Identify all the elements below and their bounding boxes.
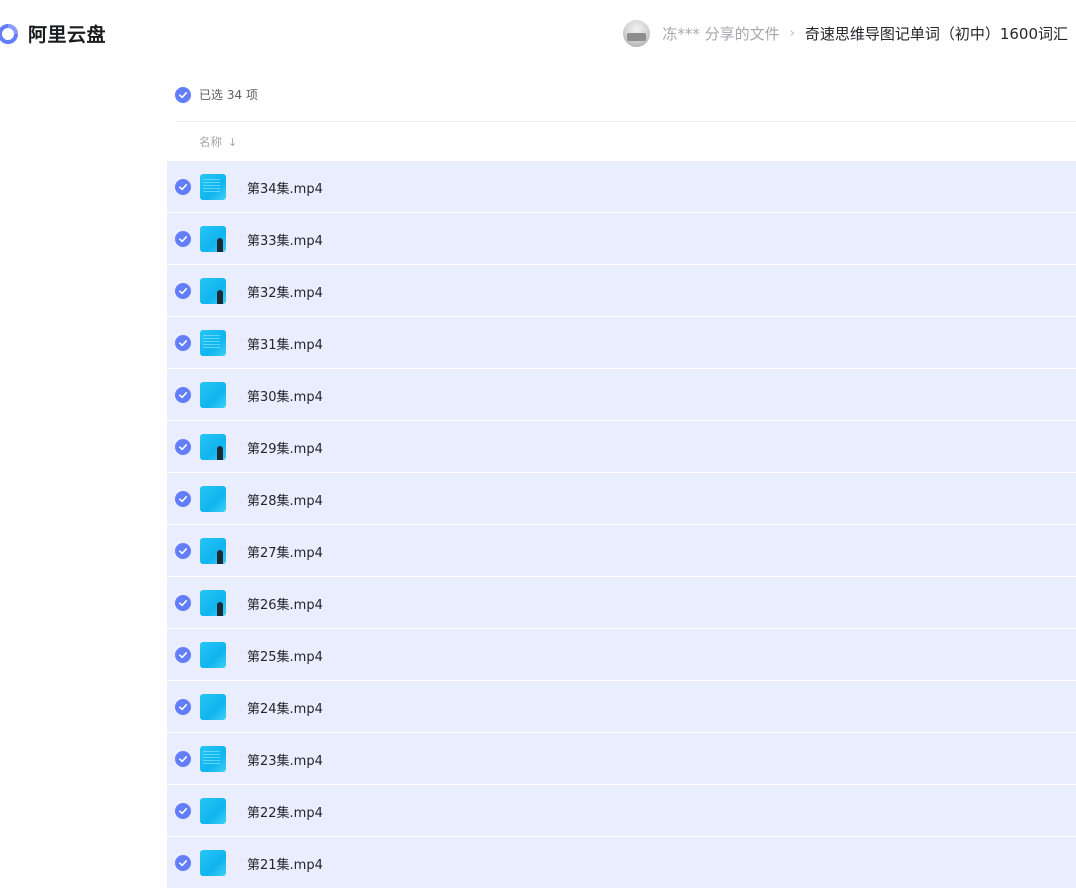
row-checkbox[interactable]: [175, 595, 191, 611]
file-name[interactable]: 第25集.mp4: [247, 646, 323, 665]
row-checkbox[interactable]: [175, 387, 191, 403]
table-row[interactable]: 第34集.mp4: [167, 161, 1076, 213]
row-checkbox[interactable]: [175, 335, 191, 351]
file-list: 第34集.mp4 第33集.mp4 第32集.mp4 第31集.mp4 第30集.mp4…: [167, 161, 1076, 889]
video-thumbnail-icon[interactable]: [200, 798, 226, 824]
table-row[interactable]: 第29集.mp4: [167, 421, 1076, 473]
video-thumbnail-icon[interactable]: [200, 330, 226, 356]
divider: [175, 121, 1076, 122]
video-thumbnail-icon[interactable]: [200, 434, 226, 460]
row-checkbox[interactable]: [175, 283, 191, 299]
table-row[interactable]: 第24集.mp4: [167, 681, 1076, 733]
table-row[interactable]: 第25集.mp4: [167, 629, 1076, 681]
row-checkbox[interactable]: [175, 231, 191, 247]
video-thumbnail-icon[interactable]: [200, 642, 226, 668]
file-name[interactable]: 第22集.mp4: [247, 802, 323, 821]
name-column-header[interactable]: 名称 ↓: [199, 134, 237, 150]
video-thumbnail-icon[interactable]: [200, 590, 226, 616]
top-header: 阿里云盘 冻*** 分享的文件 › 奇速思维导图记单词（初中）1600词汇: [0, 0, 1076, 66]
share-breadcrumb: 冻*** 分享的文件 › 奇速思维导图记单词（初中）1600词汇: [623, 19, 1068, 47]
row-checkbox[interactable]: [175, 491, 191, 507]
table-row[interactable]: 第30集.mp4: [167, 369, 1076, 421]
check-icon: [179, 184, 188, 191]
check-icon: [179, 236, 188, 243]
chevron-right-icon: ›: [789, 25, 795, 41]
video-thumbnail-icon[interactable]: [200, 226, 226, 252]
file-name[interactable]: 第21集.mp4: [247, 854, 323, 873]
folder-title: 奇速思维导图记单词（初中）1600词汇: [804, 24, 1068, 43]
video-thumbnail-icon[interactable]: [200, 694, 226, 720]
selection-count: 已选 34 项: [199, 88, 258, 102]
file-name[interactable]: 第26集.mp4: [247, 594, 323, 613]
row-checkbox[interactable]: [175, 179, 191, 195]
file-name[interactable]: 第28集.mp4: [247, 490, 323, 509]
check-icon: [179, 91, 188, 98]
row-checkbox[interactable]: [175, 855, 191, 871]
file-name[interactable]: 第34集.mp4: [247, 178, 323, 197]
video-thumbnail-icon[interactable]: [200, 174, 226, 200]
video-thumbnail-icon[interactable]: [200, 538, 226, 564]
table-row[interactable]: 第22集.mp4: [167, 785, 1076, 837]
file-name[interactable]: 第32集.mp4: [247, 282, 323, 301]
table-row[interactable]: 第31集.mp4: [167, 317, 1076, 369]
video-thumbnail-icon[interactable]: [200, 850, 226, 876]
file-name[interactable]: 第30集.mp4: [247, 386, 323, 405]
avatar[interactable]: [623, 19, 651, 47]
file-name[interactable]: 第24集.mp4: [247, 698, 323, 717]
arrow-down-icon[interactable]: ↓: [228, 136, 237, 149]
check-icon: [179, 704, 188, 711]
row-checkbox[interactable]: [175, 699, 191, 715]
video-thumbnail-icon[interactable]: [200, 278, 226, 304]
selection-bar: 已选 34 项: [175, 86, 258, 103]
brand-logo[interactable]: 阿里云盘: [0, 20, 106, 47]
check-icon: [179, 496, 188, 503]
file-name[interactable]: 第33集.mp4: [247, 230, 323, 249]
video-thumbnail-icon[interactable]: [200, 486, 226, 512]
table-row[interactable]: 第21集.mp4: [167, 837, 1076, 889]
table-row[interactable]: 第28集.mp4: [167, 473, 1076, 525]
check-icon: [179, 392, 188, 399]
check-icon: [179, 444, 188, 451]
table-row[interactable]: 第32集.mp4: [167, 265, 1076, 317]
table-row[interactable]: 第26集.mp4: [167, 577, 1076, 629]
select-all-checkbox[interactable]: [175, 86, 191, 103]
file-name[interactable]: 第31集.mp4: [247, 334, 323, 353]
file-name[interactable]: 第27集.mp4: [247, 542, 323, 561]
table-row[interactable]: 第27集.mp4: [167, 525, 1076, 577]
check-icon: [179, 288, 188, 295]
check-icon: [179, 808, 188, 815]
row-checkbox[interactable]: [175, 803, 191, 819]
check-icon: [179, 340, 188, 347]
check-icon: [179, 600, 188, 607]
video-thumbnail-icon[interactable]: [200, 746, 226, 772]
brand-name: 阿里云盘: [28, 24, 107, 46]
check-icon: [179, 548, 188, 555]
table-row[interactable]: 第23集.mp4: [167, 733, 1076, 785]
aliyun-drive-logo-icon: [0, 23, 18, 44]
sharer-label[interactable]: 冻*** 分享的文件: [662, 23, 779, 44]
row-checkbox[interactable]: [175, 751, 191, 767]
row-checkbox[interactable]: [175, 543, 191, 559]
check-icon: [179, 756, 188, 763]
table-row[interactable]: 第33集.mp4: [167, 213, 1076, 265]
column-name-label: 名称: [199, 135, 222, 149]
file-name[interactable]: 第29集.mp4: [247, 438, 323, 457]
row-checkbox[interactable]: [175, 647, 191, 663]
file-name[interactable]: 第23集.mp4: [247, 750, 323, 769]
row-checkbox[interactable]: [175, 439, 191, 455]
check-icon: [179, 652, 188, 659]
video-thumbnail-icon[interactable]: [200, 382, 226, 408]
